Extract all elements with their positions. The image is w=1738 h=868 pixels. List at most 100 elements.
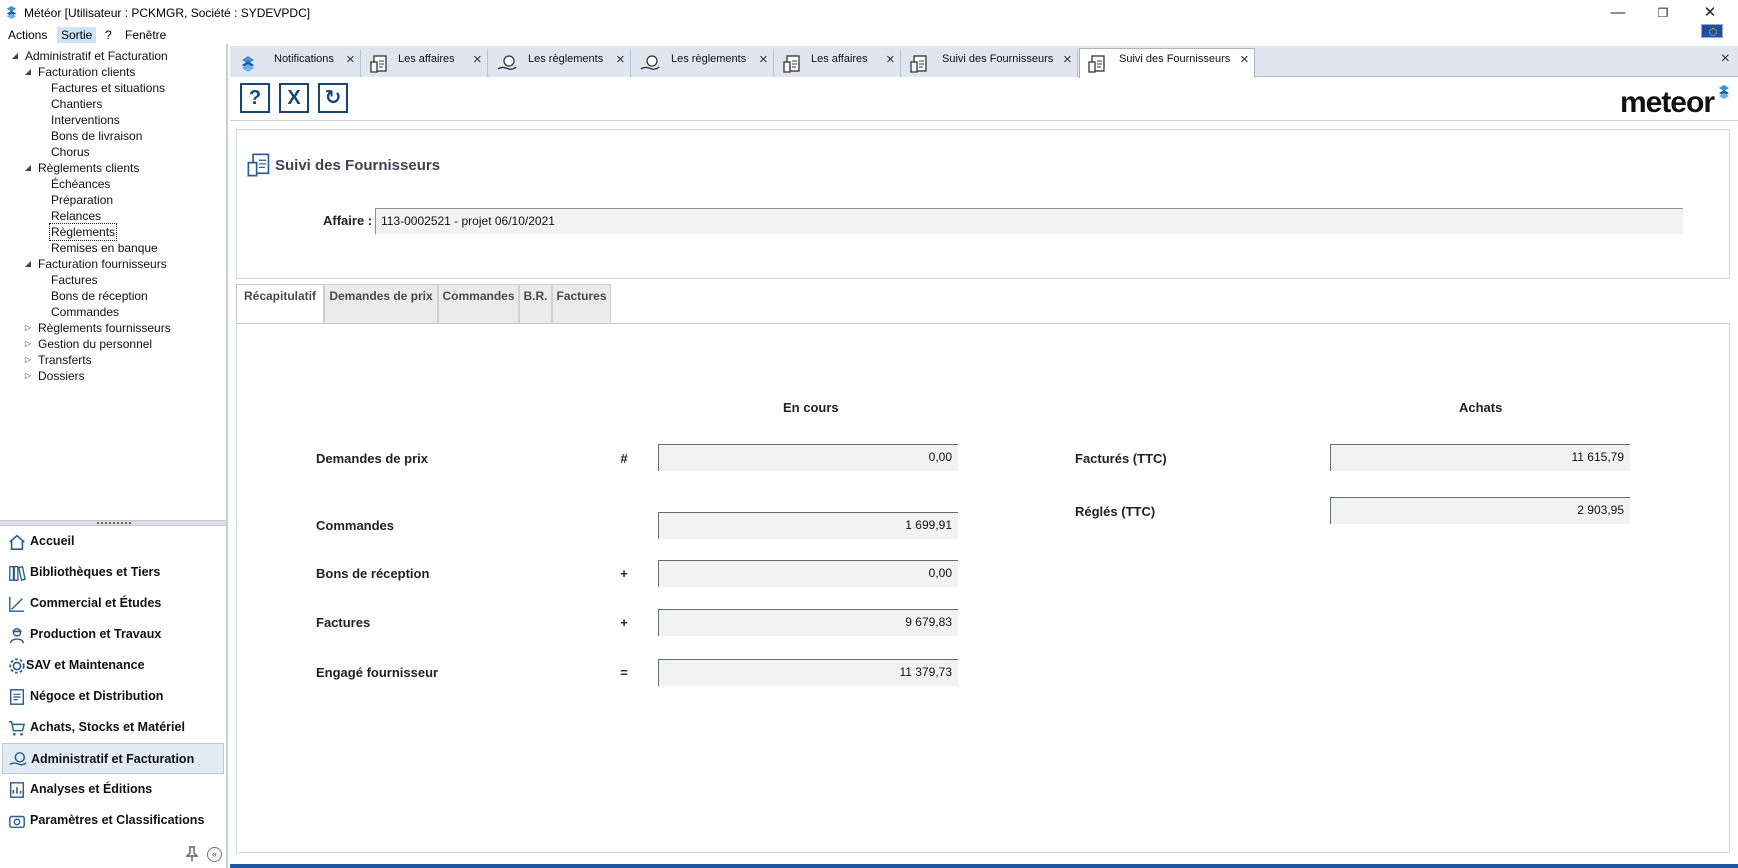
tree-item-reglements-fournisseurs[interactable]: ▷ Règlements fournisseurs <box>0 320 226 336</box>
tab-close-icon[interactable]: × <box>1240 52 1252 67</box>
tab-br[interactable]: B.R. <box>519 284 552 324</box>
tab-suivi-fournisseurs[interactable]: Suivi des Fournisseurs × <box>902 49 1078 77</box>
status-strip <box>230 864 1738 868</box>
expand-arrow-icon[interactable]: ▷ <box>23 352 33 368</box>
module-production[interactable]: Production et Travaux <box>0 619 226 650</box>
tree-item-interventions[interactable]: Interventions <box>0 112 226 128</box>
tree-item-reglements[interactable]: Règlements <box>0 223 226 241</box>
cancel-button[interactable]: X <box>279 83 309 113</box>
tab-les-reglements-2[interactable]: Les règlements × <box>632 49 774 77</box>
meteor-icon <box>242 56 254 72</box>
tree-label: Échéances <box>51 177 111 191</box>
tab-commandes[interactable]: Commandes <box>438 284 519 324</box>
tree-label: Administratif et Facturation <box>25 49 168 63</box>
minimize-button[interactable]: — <box>1603 3 1633 23</box>
tree-item-transferts[interactable]: ▷ Transferts <box>0 352 226 368</box>
restore-button[interactable]: ❐ <box>1648 3 1678 23</box>
collapse-arrow-icon[interactable]: ◢ <box>10 48 20 64</box>
menu-bar: Actions Sortie ? Fenêtre <box>0 26 1738 44</box>
tree-item-echeances[interactable]: Échéances <box>0 176 226 192</box>
module-bibliotheques[interactable]: Bibliothèques et Tiers <box>0 557 226 588</box>
tab-notifications[interactable]: Notifications × <box>230 49 361 77</box>
toolbar: ? X ↻ meteor <box>230 78 1738 121</box>
collapse-arrow-icon[interactable]: ◢ <box>23 160 33 176</box>
module-sav[interactable]: SAV et Maintenance <box>0 650 226 681</box>
tab-close-icon[interactable]: × <box>1063 52 1075 67</box>
tab-les-affaires[interactable]: Les affaires × <box>362 49 488 77</box>
tab-close-icon[interactable]: × <box>886 52 898 67</box>
tab-les-reglements[interactable]: Les règlements × <box>489 49 631 77</box>
tree-item-dossiers[interactable]: ▷ Dossiers <box>0 368 226 384</box>
tab-recapitulatif[interactable]: Récapitulatif <box>236 284 324 324</box>
tree-item-gestion-personnel[interactable]: ▷ Gestion du personnel <box>0 336 226 352</box>
expand-arrow-icon[interactable]: ▷ <box>23 368 33 384</box>
menu-actions[interactable]: Actions <box>4 27 51 43</box>
tab-close-icon[interactable]: × <box>346 52 358 67</box>
tree-item-factures[interactable]: Factures <box>0 272 226 288</box>
module-list: Accueil Bibliothèques et Tiers Commercia… <box>0 526 226 836</box>
menu-sortie[interactable]: Sortie <box>57 27 97 43</box>
tree-item-remises-banque[interactable]: Remises en banque <box>0 240 226 256</box>
chart-ruler-icon <box>9 596 25 612</box>
tree-item-relances[interactable]: Relances <box>0 208 226 224</box>
module-administratif[interactable]: Administratif et Facturation <box>2 743 224 774</box>
module-accueil[interactable]: Accueil <box>0 526 226 557</box>
worker-icon <box>9 627 25 644</box>
collapse-arrow-icon[interactable]: ◢ <box>23 256 33 272</box>
tree-label: Interventions <box>51 113 120 127</box>
tab-label: Les règlements <box>528 53 604 65</box>
affaire-field[interactable]: 113-0002521 - projet 06/10/2021 <box>375 208 1683 234</box>
tree-item-bons-reception[interactable]: Bons de réception <box>0 288 226 304</box>
menu-fenetre[interactable]: Fenêtre <box>121 27 170 43</box>
pin-icon[interactable] <box>185 846 199 862</box>
tab-close-icon[interactable]: × <box>616 52 628 67</box>
tree-label: Préparation <box>51 193 114 207</box>
module-negoce[interactable]: Négoce et Distribution <box>0 681 226 712</box>
module-achats[interactable]: Achats, Stocks et Matériel <box>0 712 226 743</box>
module-label: Bibliothèques et Tiers <box>30 565 161 579</box>
panel-bottom-tools: « <box>0 842 226 868</box>
tree-label: Gestion du personnel <box>38 337 153 351</box>
document-icon <box>9 689 25 705</box>
expand-arrow-icon[interactable]: ▷ <box>23 336 33 352</box>
tab-suivi-fournisseurs-active[interactable]: Suivi des Fournisseurs × <box>1079 48 1255 78</box>
affaire-label: Affaire : <box>323 213 373 228</box>
language-flag-icon[interactable] <box>1701 24 1723 38</box>
collapse-panel-icon[interactable]: « <box>207 847 222 862</box>
close-all-tabs-icon[interactable]: × <box>1721 50 1730 68</box>
tree-label: Facturation fournisseurs <box>38 257 167 271</box>
tab-close-icon[interactable]: × <box>759 52 771 67</box>
module-analyses[interactable]: Analyses et Éditions <box>0 774 226 805</box>
tree-item-administratif[interactable]: ◢ Administratif et Facturation <box>0 48 226 64</box>
module-parametres[interactable]: Paramètres et Classifications <box>0 805 226 836</box>
menu-help[interactable]: ? <box>101 27 116 43</box>
tab-demandes-prix[interactable]: Demandes de prix <box>324 284 438 324</box>
document-tabs: Notifications × Les affaires × Les règle… <box>230 46 1738 78</box>
tab-factures[interactable]: Factures <box>552 284 611 324</box>
tree-label: Dossiers <box>38 369 85 383</box>
tree-item-factures-situations[interactable]: Factures et situations <box>0 80 226 96</box>
expand-arrow-icon[interactable]: ▷ <box>23 320 33 336</box>
tab-les-affaires-2[interactable]: Les affaires × <box>775 49 901 77</box>
tree-item-facturation-clients[interactable]: ◢ Facturation clients <box>0 64 226 80</box>
module-commercial[interactable]: Commercial et Études <box>0 588 226 619</box>
tree-item-commandes[interactable]: Commandes <box>0 304 226 320</box>
meteor-logo-icon <box>1719 85 1729 99</box>
collapse-arrow-icon[interactable]: ◢ <box>23 64 33 80</box>
splitter-grip[interactable] <box>97 522 131 525</box>
operator-equals: = <box>620 665 628 680</box>
tree-item-chantiers[interactable]: Chantiers <box>0 96 226 112</box>
hand-coin-icon <box>640 55 660 70</box>
refresh-button[interactable]: ↻ <box>318 83 348 113</box>
en-cours-header: En cours <box>783 400 839 415</box>
tree-item-facturation-fournisseurs[interactable]: ◢ Facturation fournisseurs <box>0 256 226 272</box>
tab-close-icon[interactable]: × <box>473 52 485 67</box>
tree-item-chorus[interactable]: Chorus <box>0 144 226 160</box>
tree-item-reglements-clients[interactable]: ◢ Règlements clients <box>0 160 226 176</box>
close-window-button[interactable]: ✕ <box>1695 3 1725 23</box>
tree-label: Factures et situations <box>51 81 166 95</box>
help-button[interactable]: ? <box>240 83 270 113</box>
tree-item-bons-livraison[interactable]: Bons de livraison <box>0 128 226 144</box>
tree-item-preparation[interactable]: Préparation <box>0 192 226 208</box>
factures-ttc-value: 11 615,79 <box>1330 444 1630 471</box>
